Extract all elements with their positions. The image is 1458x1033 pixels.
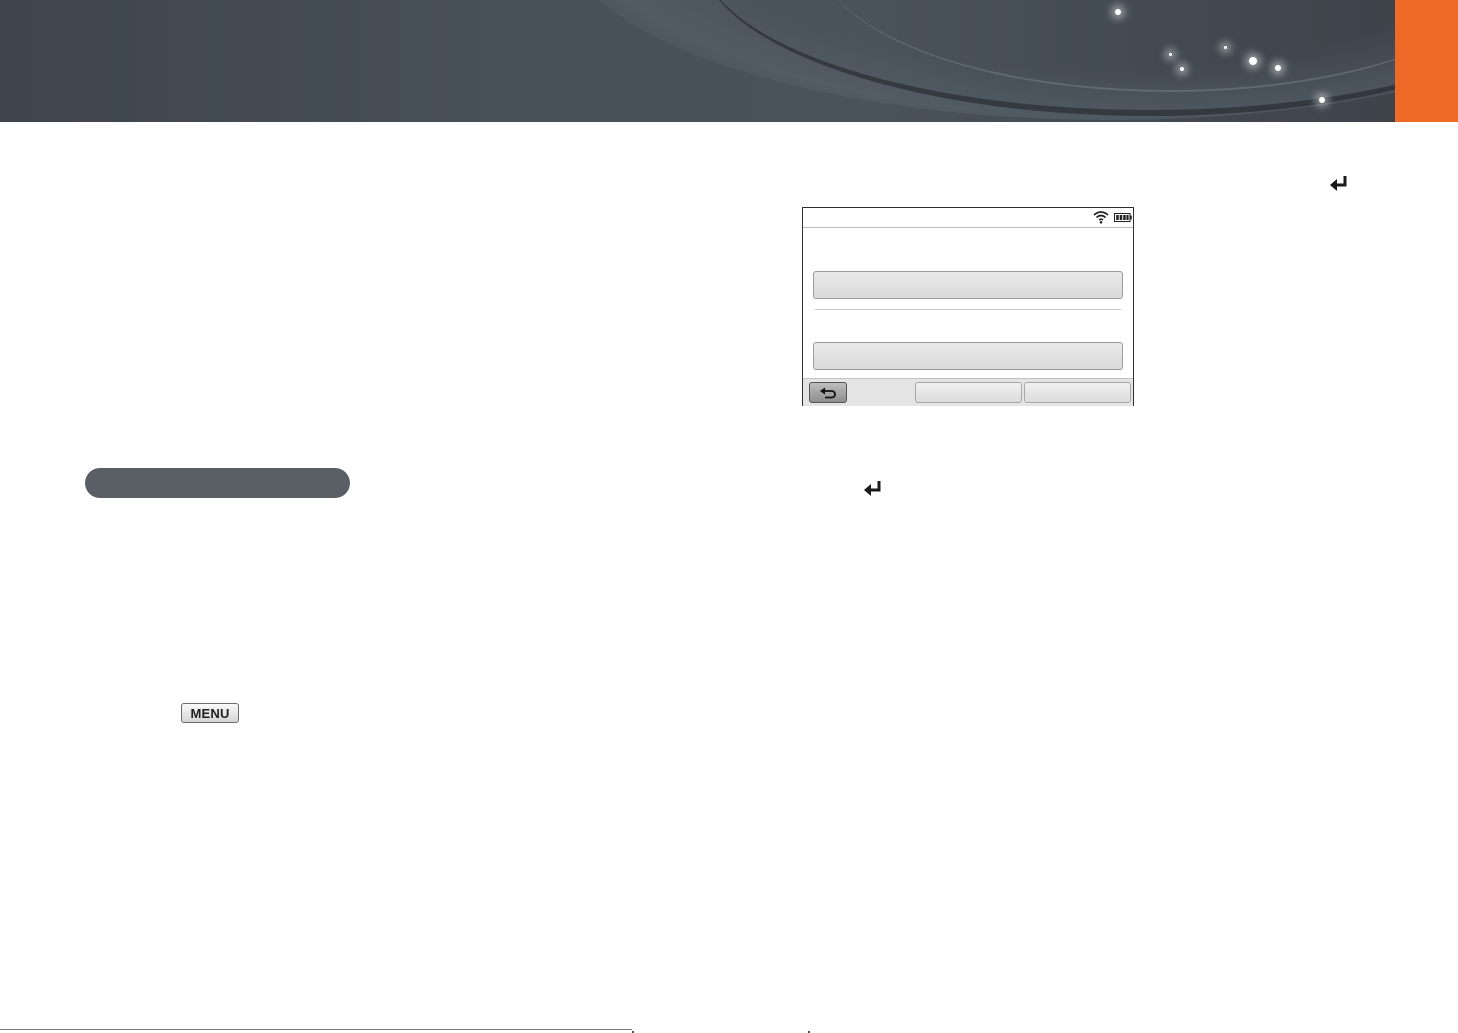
back-button[interactable]	[809, 382, 847, 403]
chapter-tab[interactable]	[1395, 0, 1458, 122]
status-bar	[803, 208, 1133, 228]
enter-icon	[1330, 176, 1347, 191]
screen-soft-button[interactable]	[1024, 382, 1131, 403]
section-heading-pill	[85, 468, 350, 498]
sparkle	[1169, 53, 1172, 56]
screen-soft-button[interactable]	[915, 382, 1022, 403]
back-arrow-icon	[820, 387, 836, 398]
sparkle	[1249, 57, 1257, 65]
wifi-icon	[1093, 211, 1109, 224]
footer-rule	[0, 1029, 632, 1030]
battery-icon	[1114, 213, 1132, 222]
screen-bottom-bar	[803, 378, 1133, 406]
camera-screen	[802, 207, 1134, 406]
sparkle	[1115, 9, 1121, 15]
menu-key-icon: MENU	[181, 703, 239, 723]
screen-input-field[interactable]	[813, 342, 1123, 370]
sparkle	[1224, 46, 1227, 49]
sparkle	[1319, 97, 1325, 103]
sparkle	[1275, 65, 1281, 71]
screen-input-field[interactable]	[813, 271, 1123, 299]
sparkle	[1180, 67, 1184, 71]
enter-icon	[864, 481, 881, 496]
header-banner	[0, 0, 1458, 122]
screen-divider	[815, 309, 1121, 310]
